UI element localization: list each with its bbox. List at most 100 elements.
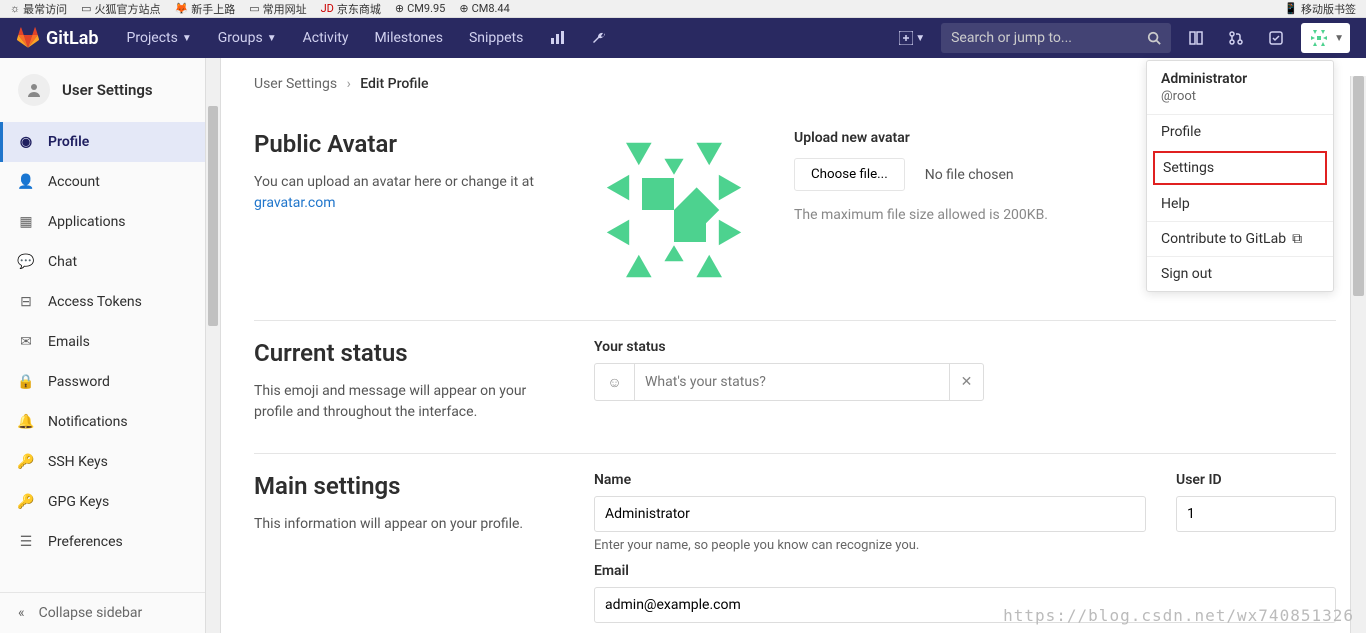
dropdown-item-profile[interactable]: Profile: [1147, 115, 1333, 149]
bookmark-item[interactable]: ⊕ CM8.44: [459, 2, 509, 15]
new-dropdown[interactable]: ▼: [893, 27, 931, 49]
current-avatar: [594, 130, 754, 290]
dropdown-item-contribute[interactable]: Contribute to GitLab ⧉: [1147, 222, 1333, 256]
gitlab-icon: [16, 27, 40, 49]
sidebar-item-label: Notifications: [48, 414, 128, 430]
userid-label: User ID: [1176, 472, 1336, 488]
gitlab-logo[interactable]: GitLab: [16, 27, 99, 49]
sidebar-item-account[interactable]: 👤Account: [0, 162, 213, 202]
main-settings-description: This information will appear on your pro…: [254, 514, 564, 535]
sidebar-item-label: Access Tokens: [48, 294, 142, 310]
nav-projects[interactable]: Projects ▼: [117, 18, 202, 58]
user-menu-button[interactable]: ▼: [1301, 23, 1350, 53]
user-dropdown-menu: Administrator @root Profile Settings Hel…: [1146, 60, 1334, 292]
token-icon: ⊟: [18, 294, 34, 310]
user-icon: [18, 74, 50, 106]
bookmark-item[interactable]: ☼ 最常访问: [10, 1, 67, 17]
avatar-description: You can upload an avatar here or change …: [254, 172, 564, 214]
sidebar-item-label: Chat: [48, 254, 77, 270]
sidebar-item-chat[interactable]: 💬Chat: [0, 242, 213, 282]
main-scrollbar[interactable]: [1350, 76, 1366, 633]
clear-status-button[interactable]: ✕: [949, 364, 983, 400]
breadcrumb-separator: ›: [347, 76, 351, 92]
bookmark-item[interactable]: ▭ 常用网址: [249, 1, 306, 17]
bookmark-item[interactable]: ⊕ CM9.95: [395, 2, 445, 15]
sidebar-item-label: SSH Keys: [48, 454, 108, 470]
dropdown-item-signout[interactable]: Sign out: [1147, 257, 1333, 291]
nav-analytics-icon[interactable]: [539, 18, 575, 58]
email-label: Email: [594, 563, 1336, 579]
external-link-icon: ⧉: [1292, 231, 1302, 247]
merge-requests-icon[interactable]: [1221, 23, 1251, 53]
settings-sidebar: User Settings ◉ Profile 👤Account ▦Applica…: [0, 58, 214, 633]
name-help: Enter your name, so people you know can …: [594, 538, 1146, 553]
key-icon: 🔑: [18, 494, 34, 510]
mobile-bookmarks[interactable]: 📱 移动版书签: [1284, 1, 1356, 17]
status-heading: Current status: [254, 339, 564, 367]
avatar-icon: [1307, 26, 1331, 50]
status-input[interactable]: [635, 364, 949, 400]
search-box[interactable]: [941, 23, 1171, 53]
sidebar-item-label: Applications: [48, 214, 126, 230]
sidebar-item-applications[interactable]: ▦Applications: [0, 202, 213, 242]
sidebar-title: User Settings: [62, 81, 153, 99]
sidebar-item-access-tokens[interactable]: ⊟ Access Tokens: [0, 282, 213, 322]
userid-input[interactable]: [1176, 496, 1336, 532]
status-input-group: ☺ ✕: [594, 363, 984, 401]
emoji-picker-button[interactable]: ☺: [595, 364, 635, 400]
dropdown-userinfo: Administrator @root: [1147, 61, 1333, 114]
key-icon: 🔑: [18, 454, 34, 470]
profile-icon: ◉: [18, 134, 34, 150]
nav-activity[interactable]: Activity: [293, 18, 359, 58]
chevron-down-icon: ▼: [267, 33, 277, 44]
status-description: This emoji and message will appear on yo…: [254, 381, 564, 423]
search-icon: [1147, 31, 1161, 45]
sidebar-item-label: Password: [48, 374, 110, 390]
todos-icon[interactable]: [1261, 23, 1291, 53]
sidebar-collapse-label: Collapse sidebar: [39, 605, 143, 621]
brand-text: GitLab: [46, 28, 99, 49]
sidebar-item-ssh-keys[interactable]: 🔑 SSH Keys: [0, 442, 213, 482]
gravatar-link[interactable]: gravatar.com: [254, 195, 336, 211]
bookmark-item[interactable]: ▭ 火狐官方站点: [81, 1, 160, 17]
breadcrumb-root[interactable]: User Settings: [254, 76, 337, 92]
avatar-heading: Public Avatar: [254, 130, 564, 158]
lock-icon: 🔒: [18, 374, 34, 390]
sidebar-item-notifications[interactable]: 🔔Notifications: [0, 402, 213, 442]
sidebar-item-label: Profile: [48, 134, 89, 150]
name-label: Name: [594, 472, 1146, 488]
sidebar-item-gpg-keys[interactable]: 🔑GPG Keys: [0, 482, 213, 522]
chevron-left-icon: «: [18, 605, 25, 621]
email-input[interactable]: [594, 587, 1336, 623]
email-icon: ✉: [18, 334, 34, 350]
choose-file-button[interactable]: Choose file...: [794, 158, 905, 191]
nav-wrench-icon[interactable]: [581, 18, 617, 58]
collapse-sidebar[interactable]: « Collapse sidebar: [0, 592, 213, 633]
chevron-down-icon: ▼: [182, 33, 192, 44]
file-size-hint: The maximum file size allowed is 200KB.: [794, 207, 1048, 223]
dropdown-item-help[interactable]: Help: [1147, 187, 1333, 221]
sidebar-item-preferences[interactable]: ☰ Preferences: [0, 522, 213, 562]
preferences-icon: ☰: [18, 534, 34, 550]
bookmark-item[interactable]: JD 京东商城: [321, 1, 381, 17]
dropdown-item-settings[interactable]: Settings: [1153, 151, 1327, 185]
scrollbar-thumb[interactable]: [1353, 76, 1364, 296]
breadcrumb-current: Edit Profile: [360, 76, 428, 92]
chevron-down-icon: ▼: [915, 33, 925, 44]
no-file-text: No file chosen: [925, 167, 1014, 183]
sidebar-item-label: Preferences: [48, 534, 123, 550]
sidebar-item-password[interactable]: 🔒 Password: [0, 362, 213, 402]
nav-snippets[interactable]: Snippets: [459, 18, 533, 58]
chevron-down-icon: ▼: [1334, 33, 1344, 44]
bookmark-item[interactable]: 🦊 新手上路: [175, 1, 236, 17]
name-input[interactable]: [594, 496, 1146, 532]
sidebar-header: User Settings: [0, 58, 213, 122]
browser-bookmarks-bar: ☼ 最常访问 ▭ 火狐官方站点 🦊 新手上路 ▭ 常用网址 JD 京东商城 ⊕ …: [0, 0, 1366, 18]
search-input[interactable]: [951, 30, 1147, 46]
sidebar-item-emails[interactable]: ✉Emails: [0, 322, 213, 362]
sidebar-item-profile[interactable]: ◉ Profile: [0, 122, 213, 162]
upload-heading: Upload new avatar: [794, 130, 1048, 146]
issues-icon[interactable]: [1181, 23, 1211, 53]
nav-milestones[interactable]: Milestones: [364, 18, 453, 58]
nav-groups[interactable]: Groups ▼: [208, 18, 287, 58]
